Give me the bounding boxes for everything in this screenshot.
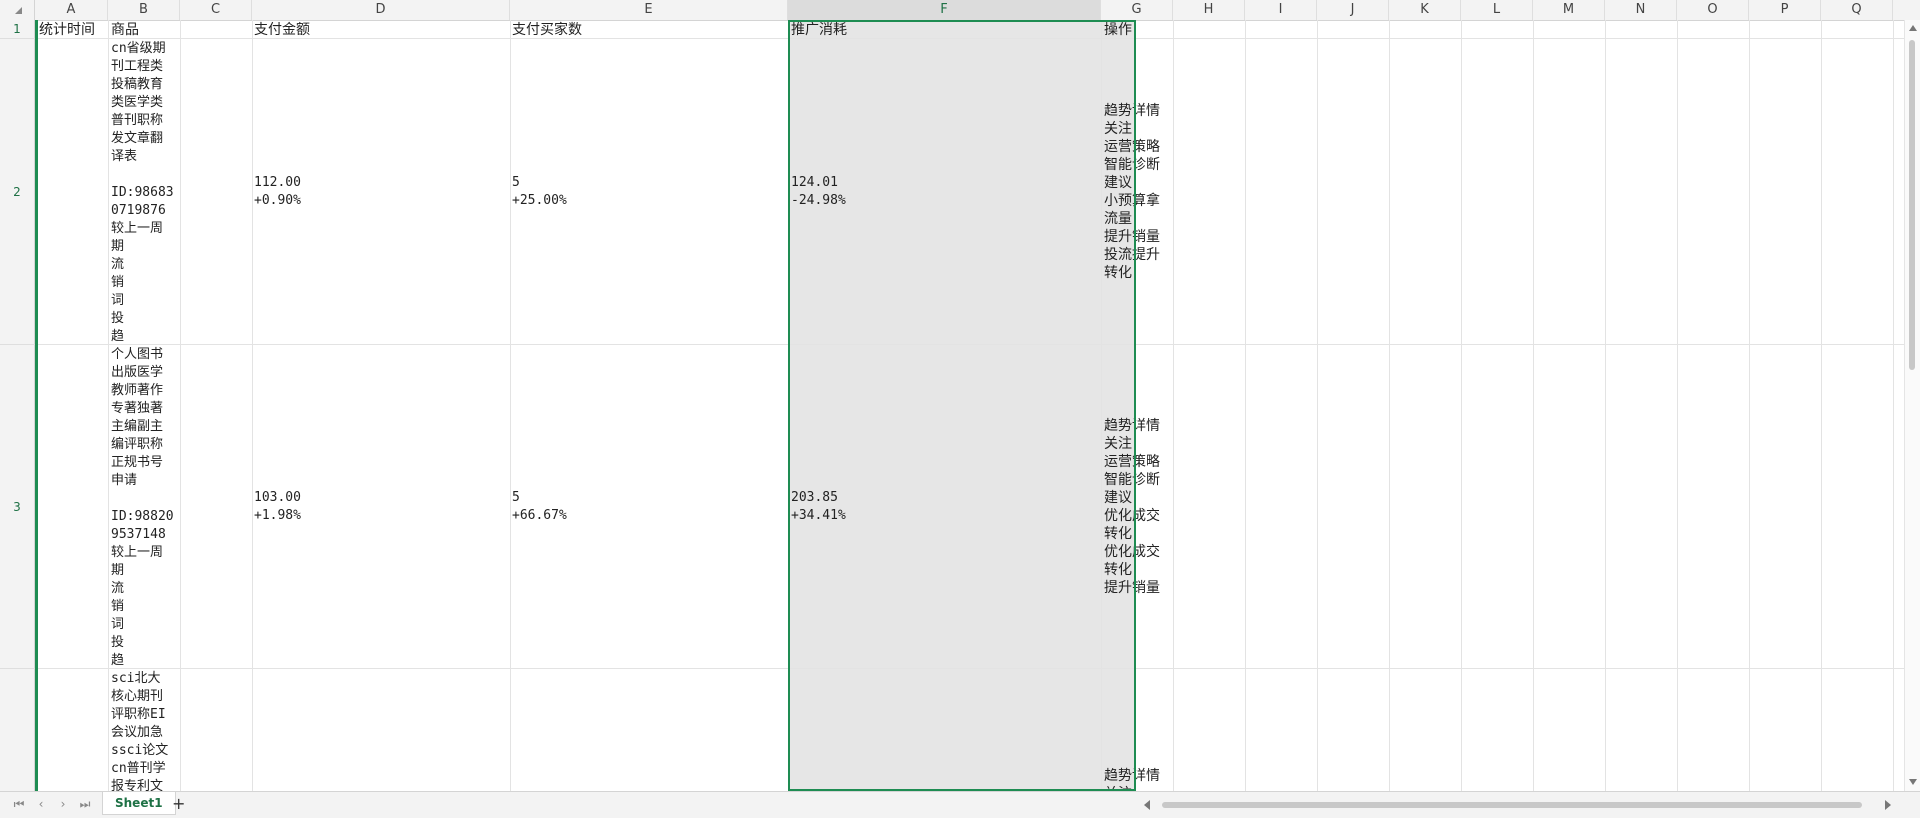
column-header-d[interactable]: D bbox=[252, 0, 510, 20]
freeze-pane-line bbox=[35, 20, 38, 791]
row-header-2[interactable]: 2 bbox=[0, 39, 35, 345]
select-all-corner[interactable] bbox=[0, 0, 35, 20]
add-sheet-button[interactable]: + bbox=[172, 795, 185, 813]
column-header-j[interactable]: J bbox=[1317, 0, 1389, 20]
column-header-bar: A B C D E F G H I J K L M N O P Q bbox=[0, 0, 1920, 21]
column-header-m[interactable]: M bbox=[1533, 0, 1605, 20]
column-header-g[interactable]: G bbox=[1101, 0, 1173, 20]
scroll-left-icon[interactable] bbox=[1144, 800, 1150, 810]
cell-g4[interactable]: 趋势详情 关注 bbox=[1104, 767, 1172, 791]
cell-g2[interactable]: 趋势详情 关注 运营策略 智能诊断 建议 小预算拿 流量 提升销量 投流提升 转… bbox=[1104, 102, 1172, 286]
next-sheet-icon[interactable]: › bbox=[56, 797, 70, 811]
cell-f1[interactable]: 推广消耗 bbox=[791, 21, 1091, 38]
first-sheet-icon[interactable]: ⏮ bbox=[12, 797, 26, 811]
column-header-c[interactable]: C bbox=[180, 0, 252, 20]
row-header-1[interactable]: 1 bbox=[0, 20, 35, 39]
select-all-icon bbox=[15, 7, 22, 14]
cell-e3[interactable]: 5 +66.67% bbox=[512, 489, 786, 529]
cell-e2[interactable]: 5 +25.00% bbox=[512, 174, 786, 214]
last-sheet-icon[interactable]: ⏭ bbox=[78, 797, 92, 811]
scroll-up-icon[interactable] bbox=[1909, 25, 1917, 31]
scroll-down-icon[interactable] bbox=[1909, 779, 1917, 785]
cell-f3[interactable]: 203.85 +34.41% bbox=[791, 489, 1091, 529]
cell-b1[interactable]: 商品 bbox=[111, 21, 179, 38]
column-header-a[interactable]: A bbox=[35, 0, 108, 20]
cell-d2[interactable]: 112.00 +0.90% bbox=[254, 174, 508, 214]
column-header-e[interactable]: E bbox=[510, 0, 788, 20]
cell-f2[interactable]: 124.01 -24.98% bbox=[791, 174, 1091, 214]
column-header-l[interactable]: L bbox=[1461, 0, 1533, 20]
sheet-tab-bar: ⏮ ‹ › ⏭ Sheet1 + bbox=[0, 791, 1920, 818]
column-header-k[interactable]: K bbox=[1389, 0, 1461, 20]
cell-d1[interactable]: 支付金额 bbox=[254, 21, 508, 38]
vertical-scroll-thumb[interactable] bbox=[1909, 40, 1915, 370]
cell-e1[interactable]: 支付买家数 bbox=[512, 21, 786, 38]
row-header-4[interactable] bbox=[0, 669, 35, 791]
vertical-scrollbar[interactable] bbox=[1904, 20, 1920, 791]
selected-column-fill bbox=[788, 20, 1136, 791]
column-header-q[interactable]: Q bbox=[1821, 0, 1893, 20]
prev-sheet-icon[interactable]: ‹ bbox=[34, 797, 48, 811]
cell-b2[interactable]: cn省级期 刊工程类 投稿教育 类医学类 普刊职称 发文章翻 译表 ID:986… bbox=[111, 40, 179, 343]
column-header-p[interactable]: P bbox=[1749, 0, 1821, 20]
cell-g3[interactable]: 趋势详情 关注 运营策略 智能诊断 建议 优化成交 转化 优化成交 转化 提升销… bbox=[1104, 417, 1172, 601]
column-header-f[interactable]: F bbox=[788, 0, 1101, 20]
column-header-n[interactable]: N bbox=[1605, 0, 1677, 20]
column-header-b[interactable]: B bbox=[108, 0, 180, 20]
row-header-3[interactable]: 3 bbox=[0, 345, 35, 669]
column-header-i[interactable]: I bbox=[1245, 0, 1317, 20]
cell-g1[interactable]: 操作 bbox=[1104, 21, 1172, 38]
cell-a1[interactable]: 统计时间 bbox=[39, 21, 107, 38]
cell-b4[interactable]: sci北大 核心期刊 评职称EI 会议加急 ssci论文 cn普刊学 报专利文 bbox=[111, 670, 179, 791]
column-header-h[interactable]: H bbox=[1173, 0, 1245, 20]
spreadsheet: A B C D E F G H I J K L M N O P Q 1 2 3 bbox=[0, 0, 1920, 791]
sheet-tab-sheet1[interactable]: Sheet1 bbox=[102, 792, 176, 815]
horizontal-scroll-thumb[interactable] bbox=[1162, 802, 1862, 808]
scroll-right-icon[interactable] bbox=[1885, 800, 1891, 810]
cell-grid[interactable]: 统计时间 商品 支付金额 支付买家数 推广消耗 操作 cn省级期 刊工程类 投稿… bbox=[35, 20, 1905, 791]
horizontal-scrollbar[interactable] bbox=[1140, 800, 1895, 810]
column-header-o[interactable]: O bbox=[1677, 0, 1749, 20]
cell-d3[interactable]: 103.00 +1.98% bbox=[254, 489, 508, 529]
cell-b3[interactable]: 个人图书 出版医学 教师著作 专著独著 主编副主 编评职称 正规书号 申请 ID… bbox=[111, 346, 179, 667]
